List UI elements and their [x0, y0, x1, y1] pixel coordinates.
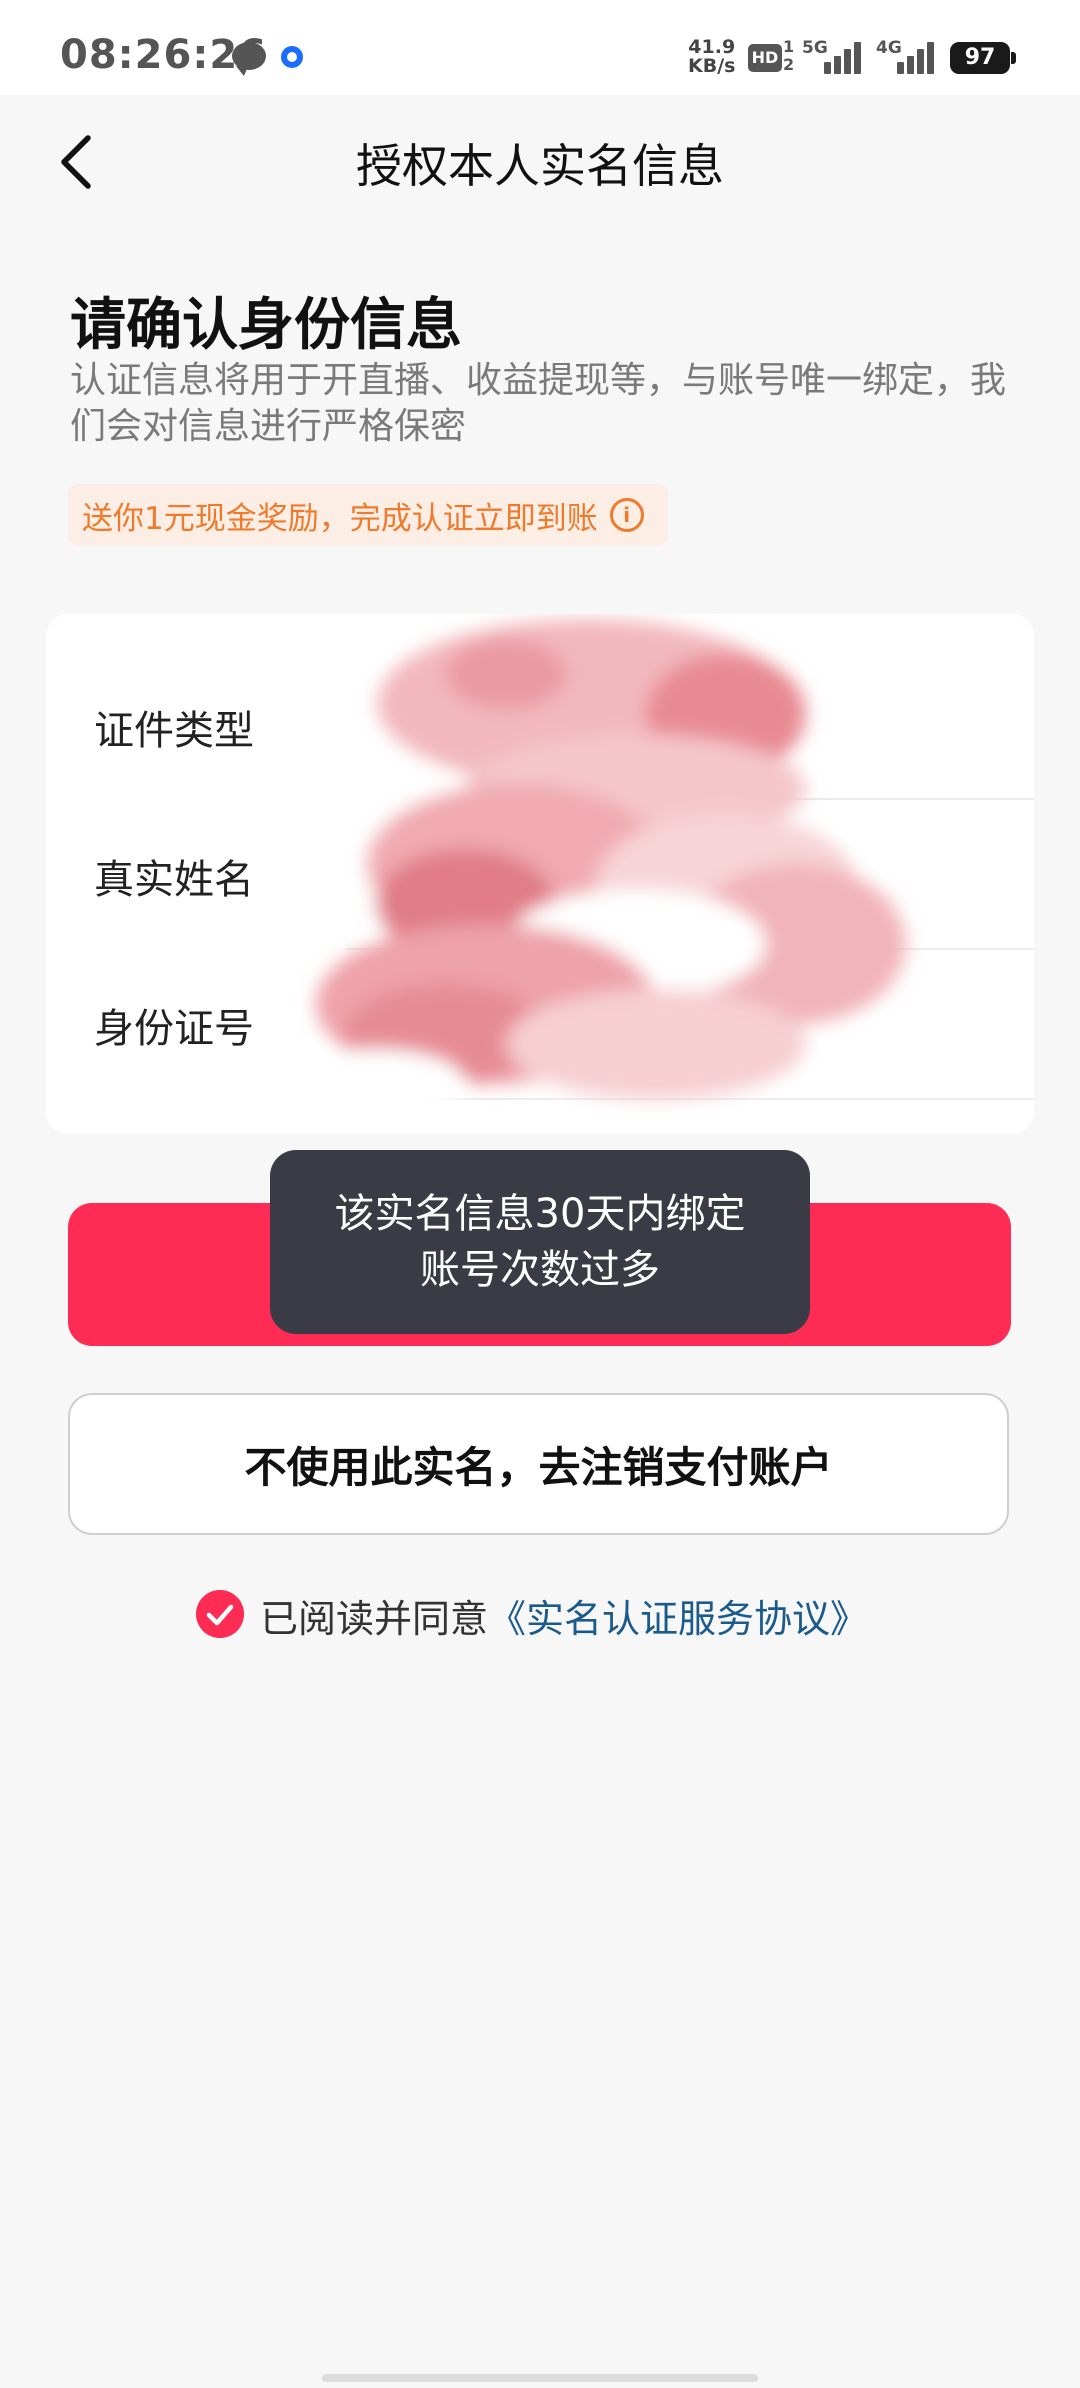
sim-slot-indicator: 1 2	[783, 37, 795, 74]
cancel-payment-account-label: 不使用此实名，去注销支付账户	[244, 1442, 833, 1492]
back-arrow-icon[interactable]	[52, 132, 112, 192]
status-bar: 08:26:26 41.9 KB/s HD 1 2 5G 4G 97	[0, 0, 1080, 95]
network-speed: 41.9 KB/s	[688, 38, 735, 76]
toast-line-1: 该实名信息30天内绑定	[334, 1191, 746, 1237]
message-icon	[232, 42, 266, 76]
redaction-scribble	[256, 619, 906, 1119]
speed-unit: KB/s	[688, 55, 736, 77]
agreement-link[interactable]: 《实名认证服务协议》	[488, 1597, 868, 1641]
form-label-real-name: 真实姓名	[94, 857, 254, 903]
promo-banner[interactable]: 送你1元现金奖励，完成认证立即到账 i	[68, 484, 668, 546]
ring-icon	[281, 46, 303, 68]
cancel-payment-account-button[interactable]: 不使用此实名，去注销支付账户	[68, 1393, 1009, 1535]
checkbox-checked-icon[interactable]	[196, 1590, 244, 1638]
section-title: 请确认身份信息	[70, 293, 462, 358]
agreement-text: 已阅读并同意《实名认证服务协议》	[260, 1588, 868, 1643]
signal-icon	[818, 40, 862, 74]
signal-icon-2	[893, 40, 937, 74]
home-indicator[interactable]	[322, 2374, 758, 2382]
toast-line-2: 账号次数过多	[420, 1247, 660, 1293]
battery-tip	[1011, 52, 1016, 64]
error-toast: 该实名信息30天内绑定 账号次数过多	[270, 1150, 810, 1334]
hd-icon: HD	[748, 44, 782, 72]
agreement-prefix: 已阅读并同意	[260, 1597, 489, 1641]
form-label-id-number: 身份证号	[94, 1006, 254, 1052]
page-title: 授权本人实名信息	[356, 139, 724, 193]
promo-text: 送你1元现金奖励，完成认证立即到账	[82, 500, 598, 537]
identity-form-card: 证件类型 真实姓名 身份证号	[46, 614, 1034, 1134]
form-label-id-type: 证件类型	[94, 708, 254, 754]
section-description: 认证信息将用于开直播、收益提现等，与账号唯一绑定，我们会对信息进行严格保密	[70, 360, 1007, 447]
battery-icon: 97	[950, 42, 1010, 74]
info-icon[interactable]: i	[609, 498, 644, 532]
